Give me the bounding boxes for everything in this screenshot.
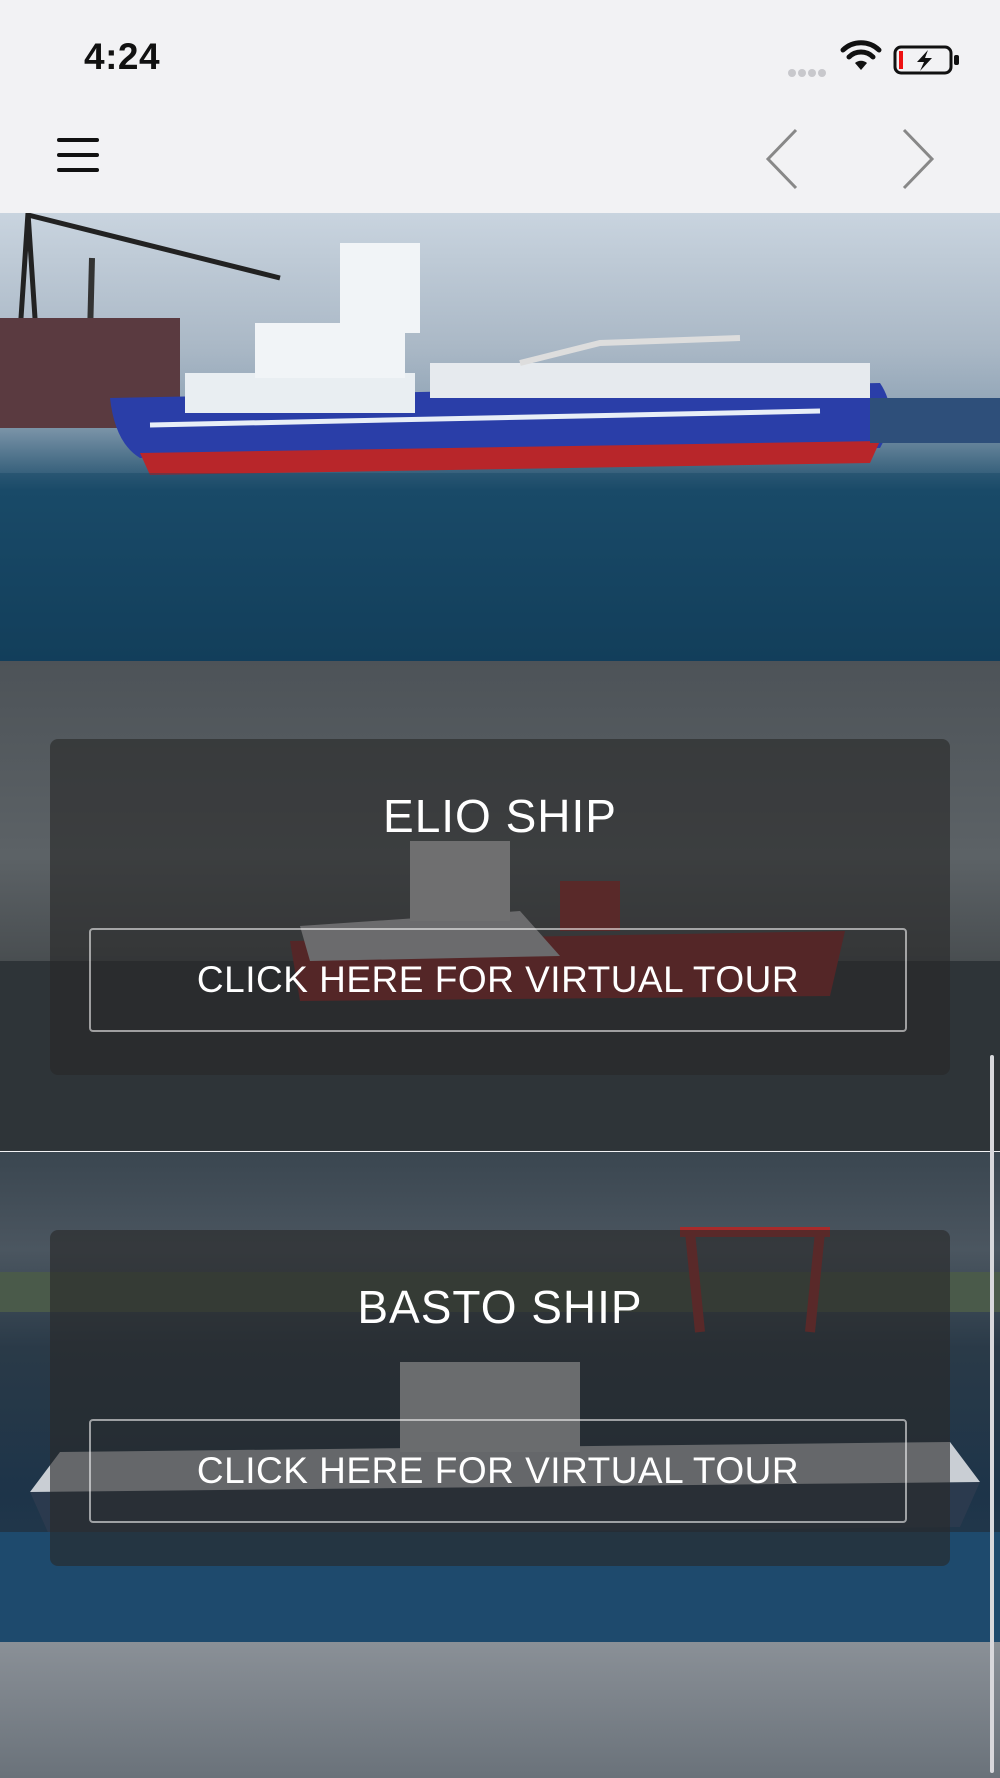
signal-icon: [788, 64, 828, 82]
status-bar: 4:24: [0, 0, 1000, 110]
ship-section-basto: BASTO SHIP CLICK HERE FOR VIRTUAL TOUR: [0, 1152, 1000, 1642]
virtual-tour-button[interactable]: CLICK HERE FOR VIRTUAL TOUR: [89, 1419, 907, 1523]
battery-charging-icon: [893, 45, 959, 75]
ship-card-basto: BASTO SHIP CLICK HERE FOR VIRTUAL TOUR: [50, 1230, 950, 1566]
chevron-right-icon[interactable]: [890, 124, 950, 194]
nav-bar: [0, 110, 1000, 213]
hamburger-menu-icon[interactable]: [54, 138, 102, 178]
ship-title: ELIO SHIP: [383, 790, 617, 842]
ship-card-elio: ELIO SHIP CLICK HERE FOR VIRTUAL TOUR: [50, 739, 950, 1075]
hero-ship-illustration: [0, 213, 1000, 661]
wifi-icon: [840, 40, 882, 70]
ship-section-elio: ELIO SHIP CLICK HERE FOR VIRTUAL TOUR: [0, 661, 1000, 1151]
ship-title: BASTO SHIP: [357, 1281, 643, 1333]
chevron-left-icon[interactable]: [756, 124, 816, 194]
hero-ship-image: [0, 213, 1000, 661]
virtual-tour-button[interactable]: CLICK HERE FOR VIRTUAL TOUR: [89, 928, 907, 1032]
ship-section-next: [0, 1642, 1000, 1778]
status-time: 4:24: [84, 36, 161, 77]
scrollbar[interactable]: [990, 1055, 994, 1773]
